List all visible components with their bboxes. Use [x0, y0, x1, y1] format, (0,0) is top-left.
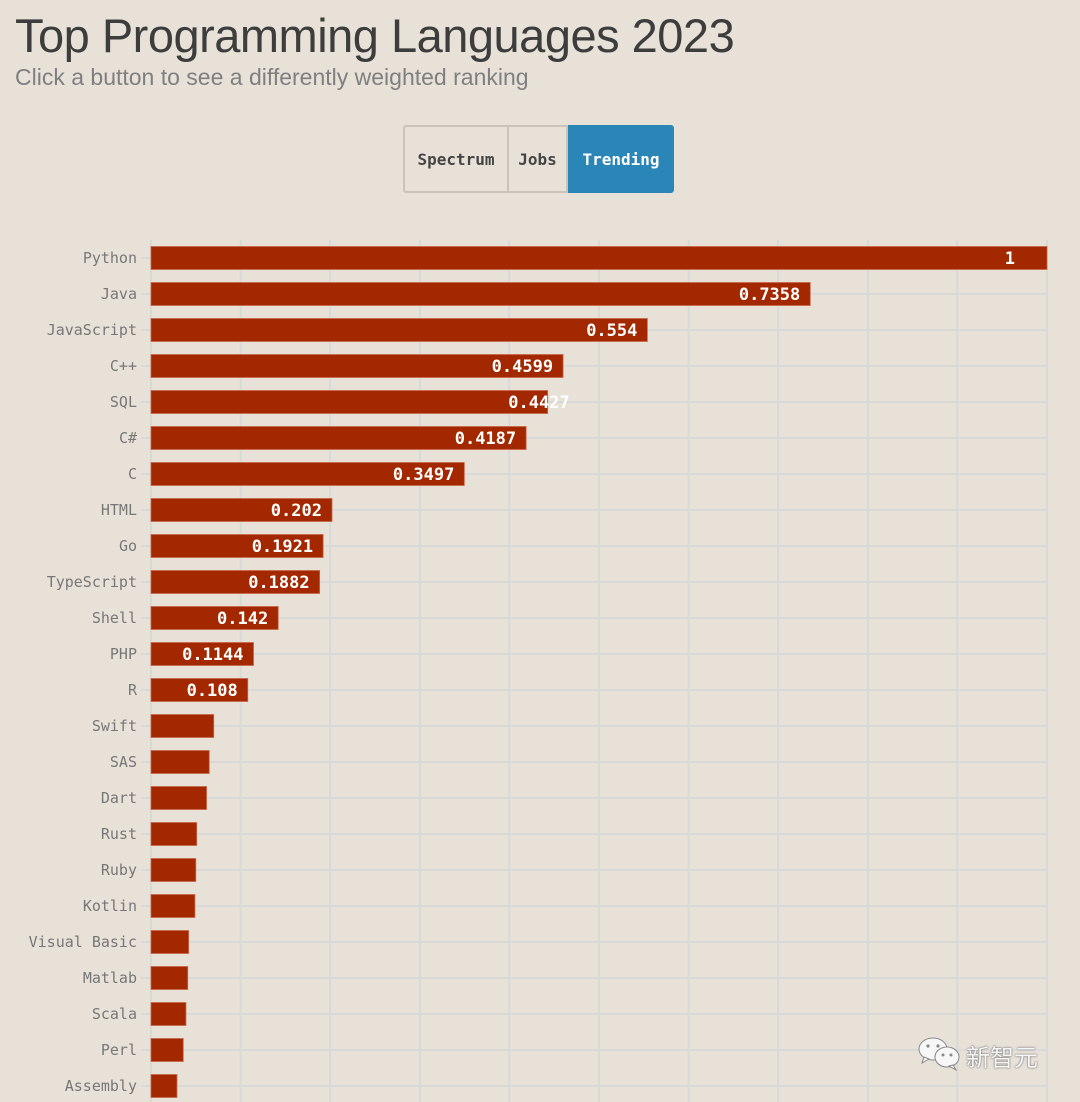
value-label: 0.108 — [187, 681, 238, 701]
y-axis-labels: Python Java JavaScript C++ SQL C# C HTML Go TypeS… — [29, 249, 138, 1095]
y-label: Ruby — [101, 861, 137, 879]
y-label: C — [128, 465, 137, 483]
bar-assembly — [150, 1074, 178, 1098]
y-label: R — [128, 681, 138, 699]
y-label: Java — [101, 285, 137, 303]
wechat-icon — [918, 1035, 962, 1076]
y-label: Go — [119, 537, 137, 555]
bar-rust — [150, 822, 198, 846]
bar-sql — [150, 390, 549, 414]
value-label: 0.1921 — [252, 537, 313, 557]
y-label: Assembly — [65, 1077, 137, 1095]
y-label: Visual Basic — [29, 933, 137, 951]
y-label: C++ — [110, 357, 137, 375]
bar-swift — [150, 714, 215, 738]
watermark-text: 新智元 — [966, 1044, 1038, 1072]
value-label: 0.4427 — [508, 393, 569, 413]
y-label: Matlab — [83, 969, 137, 987]
bar-perl — [150, 1038, 184, 1062]
value-label: 0.3497 — [393, 465, 454, 485]
bar-matlab — [150, 966, 189, 990]
bar-dart — [150, 786, 207, 810]
value-label: 0.7358 — [739, 285, 800, 305]
y-label: Swift — [92, 717, 137, 735]
y-label: Kotlin — [83, 897, 137, 915]
value-label: 0.1144 — [182, 645, 243, 665]
value-label: 0.1882 — [248, 573, 309, 593]
y-label: C# — [119, 429, 137, 447]
bar-kotlin — [150, 894, 196, 918]
value-label: 0.4187 — [455, 429, 516, 449]
bar-python — [150, 246, 1048, 270]
value-label: 0.4599 — [492, 357, 553, 377]
value-label: 0.554 — [586, 321, 637, 341]
y-label: SQL — [110, 393, 137, 411]
y-label: PHP — [110, 645, 137, 663]
y-label: Rust — [101, 825, 137, 843]
value-label: 0.202 — [271, 501, 322, 521]
bar-ruby — [150, 858, 197, 882]
y-label: Dart — [101, 789, 137, 807]
watermark: 新智元 — [918, 1035, 1038, 1076]
bar-scala — [150, 1002, 187, 1026]
value-label: 1 — [1005, 249, 1015, 269]
bar-javascript — [150, 318, 648, 342]
y-label: HTML — [101, 501, 137, 519]
bar-sas — [150, 750, 210, 774]
y-label: Shell — [92, 609, 137, 627]
value-label: 0.142 — [217, 609, 268, 629]
y-label: Perl — [101, 1041, 137, 1059]
y-label: Python — [83, 249, 137, 267]
bar-chart: Python Java JavaScript C++ SQL C# C HTML Go TypeS… — [29, 240, 1048, 1102]
bar-java — [150, 282, 811, 306]
y-label: TypeScript — [47, 573, 137, 591]
y-label: Scala — [92, 1005, 137, 1023]
y-label: SAS — [110, 753, 137, 771]
y-label: JavaScript — [47, 321, 137, 339]
bar-visual-basic — [150, 930, 190, 954]
